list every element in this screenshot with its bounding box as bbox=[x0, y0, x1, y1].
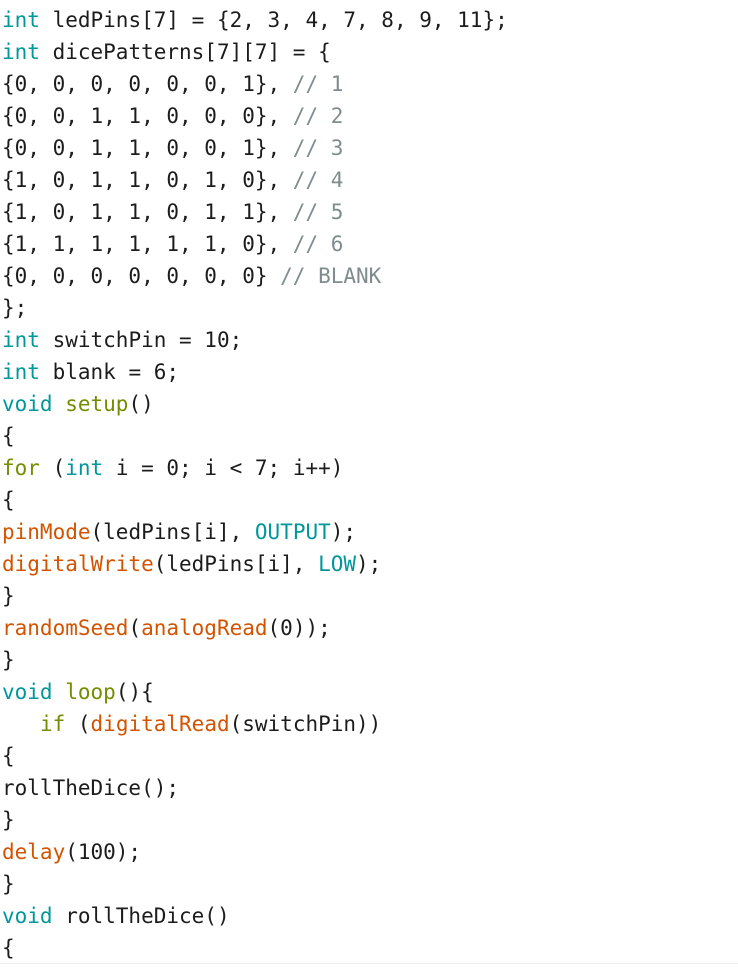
code-line: } bbox=[2, 644, 738, 676]
code-token-cmt: // 6 bbox=[292, 232, 344, 256]
code-token-kw: OUTPUT bbox=[254, 520, 331, 544]
code-token-plain: ( bbox=[39, 456, 66, 480]
code-line: {1, 1, 1, 1, 1, 1, 0}, // 6 bbox=[2, 228, 738, 260]
code-token-ctrl: if bbox=[39, 712, 66, 736]
code-token-plain: (100); bbox=[65, 840, 142, 864]
code-token-fn: analogRead bbox=[141, 616, 268, 640]
code-token-kw: int bbox=[2, 40, 40, 64]
code-line: { bbox=[2, 484, 738, 516]
code-token-plain: (ledPins[i], bbox=[153, 552, 319, 576]
code-token-ctrl: loop bbox=[65, 680, 116, 704]
code-line: } bbox=[2, 868, 738, 900]
code-token-fn: randomSeed bbox=[2, 616, 129, 640]
code-line: {0, 0, 1, 1, 0, 0, 0}, // 2 bbox=[2, 100, 738, 132]
code-token-plain: } bbox=[2, 808, 15, 832]
code-token-kw: int bbox=[65, 456, 104, 480]
code-token-ctrl: setup bbox=[65, 392, 129, 416]
code-line: int dicePatterns[7][7] = { bbox=[2, 36, 738, 68]
code-token-fn: pinMode bbox=[2, 520, 91, 544]
code-token-plain: { bbox=[2, 936, 15, 960]
code-line: { bbox=[2, 740, 738, 772]
code-token-fn: digitalWrite bbox=[2, 552, 154, 576]
code-token-cmt: // 4 bbox=[292, 168, 344, 192]
code-token-fn: delay bbox=[2, 840, 66, 864]
code-token-plain: ( bbox=[65, 712, 91, 736]
code-token-plain: {1, 1, 1, 1, 1, 1, 0}, bbox=[2, 232, 293, 256]
bottom-divider bbox=[0, 963, 738, 964]
code-token-plain: {0, 0, 0, 0, 0, 0, 0} bbox=[2, 264, 281, 288]
code-token-plain: (0)); bbox=[267, 616, 331, 640]
code-token-plain: {1, 0, 1, 1, 0, 1, 0}, bbox=[2, 168, 293, 192]
code-token-plain: ); bbox=[356, 552, 382, 576]
code-token-plain: switchPin = 10; bbox=[39, 328, 243, 352]
code-line: int switchPin = 10; bbox=[2, 324, 738, 356]
code-token-plain: { bbox=[2, 424, 15, 448]
code-token-cmt: // 5 bbox=[292, 200, 344, 224]
code-token-plain: }; bbox=[2, 296, 28, 320]
code-line: void setup() bbox=[2, 388, 738, 420]
code-token-plain: { bbox=[2, 744, 15, 768]
code-token-plain: } bbox=[2, 872, 15, 896]
code-line: rollTheDice(); bbox=[2, 772, 738, 804]
code-token-plain: blank = 6; bbox=[39, 360, 180, 384]
code-line: int blank = 6; bbox=[2, 356, 738, 388]
code-token-plain: } bbox=[2, 648, 15, 672]
code-line: {1, 0, 1, 1, 0, 1, 1}, // 5 bbox=[2, 196, 738, 228]
code-line: randomSeed(analogRead(0)); bbox=[2, 612, 738, 644]
code-token-plain: { bbox=[2, 488, 15, 512]
code-lines-container: int ledPins[7] = {2, 3, 4, 7, 8, 9, 11};… bbox=[2, 4, 738, 964]
code-token-plain: {0, 0, 1, 1, 0, 0, 1}, bbox=[2, 136, 293, 160]
code-line: int ledPins[7] = {2, 3, 4, 7, 8, 9, 11}; bbox=[2, 4, 738, 36]
code-token-plain: } bbox=[2, 584, 15, 608]
code-token-plain: rollTheDice() bbox=[52, 904, 230, 928]
code-token-plain: {0, 0, 0, 0, 0, 0, 1}, bbox=[2, 72, 293, 96]
code-line: {0, 0, 1, 1, 0, 0, 1}, // 3 bbox=[2, 132, 738, 164]
code-line: }; bbox=[2, 292, 738, 324]
code-line: { bbox=[2, 420, 738, 452]
code-token-plain: (switchPin)) bbox=[229, 712, 382, 736]
code-line: } bbox=[2, 580, 738, 612]
code-token-fn: digitalRead bbox=[90, 712, 230, 736]
code-line: digitalWrite(ledPins[i], LOW); bbox=[2, 548, 738, 580]
code-listing[interactable]: int ledPins[7] = {2, 3, 4, 7, 8, 9, 11};… bbox=[0, 0, 738, 970]
code-line: } bbox=[2, 804, 738, 836]
code-token-plain: (ledPins[i], bbox=[90, 520, 255, 544]
code-line: { bbox=[2, 932, 738, 964]
code-token-plain: ); bbox=[330, 520, 357, 544]
code-line: for (int i = 0; i < 7; i++) bbox=[2, 452, 738, 484]
code-token-cmt: // BLANK bbox=[280, 264, 382, 288]
code-token-plain: {1, 0, 1, 1, 0, 1, 1}, bbox=[2, 200, 293, 224]
code-token-kw: LOW bbox=[318, 552, 357, 576]
code-token-kw: int bbox=[2, 360, 40, 384]
code-token-plain: () bbox=[128, 392, 154, 416]
code-token-kw: int bbox=[2, 8, 40, 32]
code-token-ctrl: for bbox=[2, 456, 40, 480]
code-line: delay(100); bbox=[2, 836, 738, 868]
code-token-kw: int bbox=[2, 328, 40, 352]
code-line: void rollTheDice() bbox=[2, 900, 738, 932]
code-line: pinMode(ledPins[i], OUTPUT); bbox=[2, 516, 738, 548]
code-token-plain: {0, 0, 1, 1, 0, 0, 0}, bbox=[2, 104, 293, 128]
code-token-cmt: // 2 bbox=[292, 104, 344, 128]
code-token-plain: (){ bbox=[115, 680, 154, 704]
code-line: void loop(){ bbox=[2, 676, 738, 708]
code-line: {0, 0, 0, 0, 0, 0, 0} // BLANK bbox=[2, 260, 738, 292]
code-token-plain: rollTheDice(); bbox=[2, 776, 180, 800]
code-token-cmt: // 1 bbox=[292, 72, 344, 96]
code-token-kw: void bbox=[2, 904, 53, 928]
code-token-plain: ( bbox=[128, 616, 142, 640]
code-token-kw: void bbox=[2, 392, 53, 416]
code-line: {0, 0, 0, 0, 0, 0, 1}, // 1 bbox=[2, 68, 738, 100]
code-token-plain: ledPins[7] = {2, 3, 4, 7, 8, 9, 11}; bbox=[39, 8, 508, 32]
code-token-cmt: // 3 bbox=[292, 136, 344, 160]
code-token-plain: dicePatterns[7][7] = { bbox=[39, 40, 331, 64]
code-token-kw: void bbox=[2, 680, 53, 704]
code-line: {1, 0, 1, 1, 0, 1, 0}, // 4 bbox=[2, 164, 738, 196]
code-token-plain: i = 0; i < 7; i++) bbox=[103, 456, 344, 480]
code-line: if (digitalRead(switchPin)) bbox=[2, 708, 738, 740]
